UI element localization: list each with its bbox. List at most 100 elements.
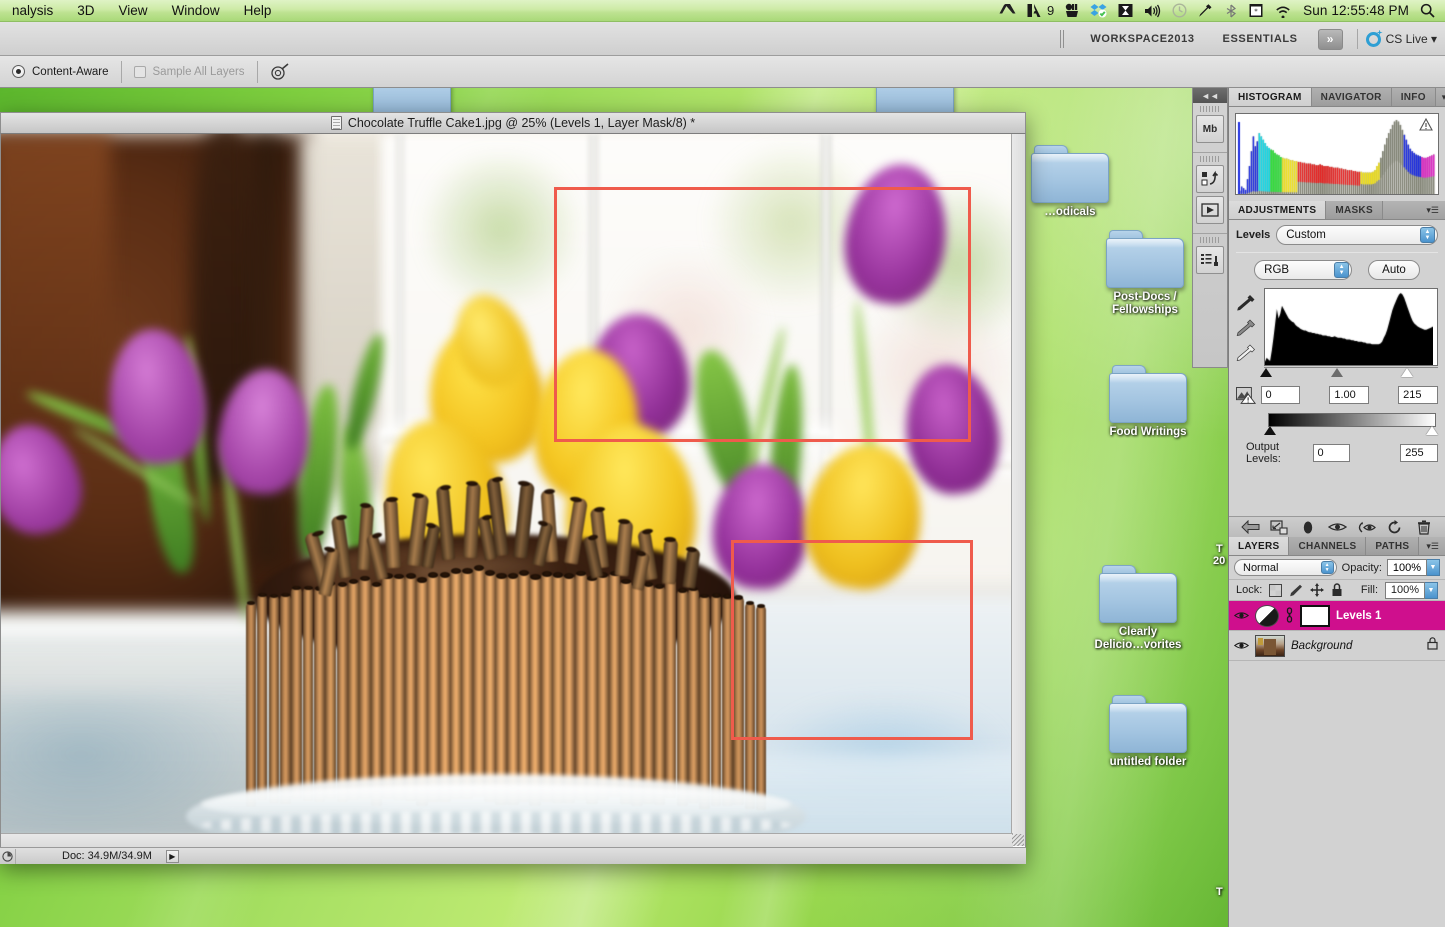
levels-input-slider[interactable] bbox=[1264, 367, 1438, 379]
output-white-handle[interactable] bbox=[1426, 426, 1438, 435]
layer-row-levels-1[interactable]: Levels 1 bbox=[1229, 601, 1445, 631]
mini-bridge-icon[interactable]: Mb bbox=[1196, 115, 1224, 143]
menu-item-nalysis[interactable]: nalysis bbox=[0, 0, 65, 22]
menu-clock[interactable]: Sun 12:55:48 PM bbox=[1303, 3, 1409, 18]
fill-arrow[interactable]: ▼ bbox=[1425, 582, 1438, 599]
output-black-handle[interactable] bbox=[1264, 426, 1276, 435]
output-white-input[interactable]: 255 bbox=[1400, 444, 1438, 462]
alfred-icon[interactable] bbox=[1065, 3, 1079, 19]
opacity-value[interactable]: 100% bbox=[1387, 559, 1427, 576]
tab-layers[interactable]: LAYERS bbox=[1229, 537, 1289, 555]
folder-periodicals[interactable]: …odicals bbox=[1010, 145, 1130, 219]
channel-select[interactable]: RGB ▲ ▼ bbox=[1254, 260, 1352, 280]
opacity-control[interactable]: 100% ▼ bbox=[1387, 559, 1440, 576]
shadow-input[interactable]: 0 bbox=[1261, 386, 1301, 404]
shadow-slider-handle[interactable] bbox=[1260, 368, 1272, 377]
clip-to-layer-icon[interactable] bbox=[1265, 517, 1294, 538]
workspace-grip[interactable] bbox=[1060, 30, 1066, 48]
lock-position-icon[interactable] bbox=[1310, 583, 1324, 597]
workspace-more-button[interactable]: » bbox=[1318, 29, 1343, 50]
folder-clearly-delicious[interactable]: Clearly Delicio…vorites bbox=[1078, 565, 1198, 652]
tab-histogram[interactable]: HISTOGRAM bbox=[1229, 88, 1312, 106]
timemachine-icon[interactable] bbox=[1172, 3, 1187, 19]
lock-image-icon[interactable] bbox=[1289, 584, 1303, 597]
channel-stepper[interactable]: ▲ ▼ bbox=[1334, 262, 1349, 278]
opacity-arrow[interactable]: ▼ bbox=[1427, 559, 1440, 576]
fill-value[interactable]: 100% bbox=[1385, 582, 1425, 599]
tab-navigator[interactable]: NAVIGATOR bbox=[1312, 88, 1392, 106]
tab-adjustments[interactable]: ADJUSTMENTS bbox=[1229, 201, 1326, 219]
menu-item-view[interactable]: View bbox=[107, 0, 160, 22]
sample-all-layers-checkbox[interactable] bbox=[134, 66, 146, 78]
midtone-input[interactable]: 1.00 bbox=[1329, 386, 1369, 404]
back-arrow-icon[interactable] bbox=[1236, 517, 1265, 538]
sample-all-layers-option[interactable]: Sample All Layers bbox=[122, 56, 257, 88]
highlight-slider-handle[interactable] bbox=[1401, 368, 1413, 377]
blend-mode-stepper[interactable]: ▲ ▼ bbox=[1321, 561, 1334, 574]
canvas-vertical-scrollbar[interactable] bbox=[1011, 134, 1025, 846]
layers-panel-menu-icon[interactable]: ▾☰ bbox=[1420, 537, 1445, 555]
blend-mode-select[interactable]: Normal ▲ ▼ bbox=[1234, 559, 1337, 576]
midtone-slider-handle[interactable] bbox=[1331, 368, 1343, 377]
mini-dock-grip-3[interactable] bbox=[1200, 237, 1220, 243]
adobe-status-icon[interactable]: 9 bbox=[1027, 3, 1054, 19]
mask-link-icon[interactable] bbox=[1285, 607, 1294, 624]
status-menu-arrow[interactable]: ▶ bbox=[166, 850, 179, 863]
calendar-icon[interactable]: * bbox=[1249, 3, 1263, 19]
folder-post-docs[interactable]: Post-Docs / Fellowships bbox=[1085, 230, 1205, 317]
eyedropper-icon[interactable] bbox=[1198, 3, 1213, 19]
bluetooth-icon[interactable] bbox=[1224, 3, 1238, 19]
layer-name-background[interactable]: Background bbox=[1291, 640, 1352, 652]
menu-item-3d[interactable]: 3D bbox=[65, 0, 106, 22]
set-white-point-eyedropper-icon[interactable] bbox=[1236, 344, 1256, 361]
mini-dock-grip-1[interactable] bbox=[1200, 106, 1220, 112]
tab-paths[interactable]: PATHS bbox=[1366, 537, 1419, 555]
spotlight-icon[interactable] bbox=[1420, 3, 1435, 19]
folder-untitled[interactable]: untitled folder bbox=[1088, 695, 1208, 769]
set-black-point-eyedropper-icon[interactable] bbox=[1236, 294, 1256, 311]
layer-mask-thumbnail[interactable] bbox=[1300, 605, 1330, 627]
reset-adjustment-icon[interactable] bbox=[1380, 517, 1409, 538]
history-icon[interactable] bbox=[1196, 165, 1224, 193]
window-resize-grip[interactable] bbox=[1012, 834, 1024, 846]
status-proxy-icon[interactable] bbox=[0, 849, 16, 864]
cs-live-button[interactable]: CS Live ▾ bbox=[1366, 32, 1437, 47]
tab-masks[interactable]: MASKS bbox=[1326, 201, 1383, 219]
output-slider[interactable] bbox=[1268, 427, 1436, 437]
histogram-panel-menu-icon[interactable]: ▾☰ bbox=[1436, 88, 1445, 106]
tab-info[interactable]: INFO bbox=[1392, 88, 1436, 106]
background-visibility-toggle[interactable] bbox=[1233, 639, 1249, 653]
lock-transparent-icon[interactable] bbox=[1269, 584, 1282, 597]
wifi-icon[interactable] bbox=[1274, 3, 1292, 19]
content-aware-option[interactable]: Content-Aware bbox=[0, 56, 121, 88]
clipping-warning-icon[interactable] bbox=[1236, 385, 1257, 405]
layer-visibility-toggle[interactable] bbox=[1233, 609, 1249, 623]
lock-all-icon[interactable] bbox=[1331, 583, 1343, 597]
highlight-input[interactable]: 215 bbox=[1398, 386, 1438, 404]
output-black-input[interactable]: 0 bbox=[1313, 444, 1351, 462]
mini-dock-grip-2[interactable] bbox=[1200, 156, 1220, 162]
mini-dock-collapse[interactable]: ◄◄ bbox=[1193, 88, 1227, 103]
set-gray-point-eyedropper-icon[interactable] bbox=[1236, 319, 1256, 336]
background-layer-thumbnail[interactable] bbox=[1255, 635, 1285, 657]
tab-channels[interactable]: CHANNELS bbox=[1289, 537, 1366, 555]
menu-item-window[interactable]: Window bbox=[160, 0, 232, 22]
workspace-2013-button[interactable]: WORKSPACE2013 bbox=[1076, 33, 1208, 45]
airbrush-toggle[interactable] bbox=[258, 56, 302, 88]
tool-presets-icon[interactable] bbox=[1196, 246, 1224, 274]
mask-view-icon[interactable] bbox=[1294, 517, 1323, 538]
canvas-horizontal-scrollbar[interactable] bbox=[1, 833, 1013, 847]
layer-row-background[interactable]: Background bbox=[1229, 631, 1445, 661]
google-drive-icon[interactable] bbox=[999, 3, 1016, 19]
auto-button[interactable]: Auto bbox=[1368, 260, 1420, 280]
adjustments-panel-menu-icon[interactable]: ▾☰ bbox=[1420, 201, 1445, 219]
toggle-visibility-icon[interactable] bbox=[1323, 517, 1352, 538]
view-previous-state-icon[interactable] bbox=[1351, 517, 1380, 538]
folder-food-writings[interactable]: Food Writings bbox=[1088, 365, 1208, 439]
layer-name-levels-1[interactable]: Levels 1 bbox=[1336, 610, 1381, 622]
menu-item-help[interactable]: Help bbox=[232, 0, 284, 22]
volume-icon[interactable] bbox=[1144, 3, 1161, 19]
levels-preset-stepper[interactable]: ▲ ▼ bbox=[1420, 227, 1435, 243]
levels-adjustment-thumbnail[interactable] bbox=[1255, 605, 1279, 627]
actions-play-icon[interactable] bbox=[1196, 196, 1224, 224]
